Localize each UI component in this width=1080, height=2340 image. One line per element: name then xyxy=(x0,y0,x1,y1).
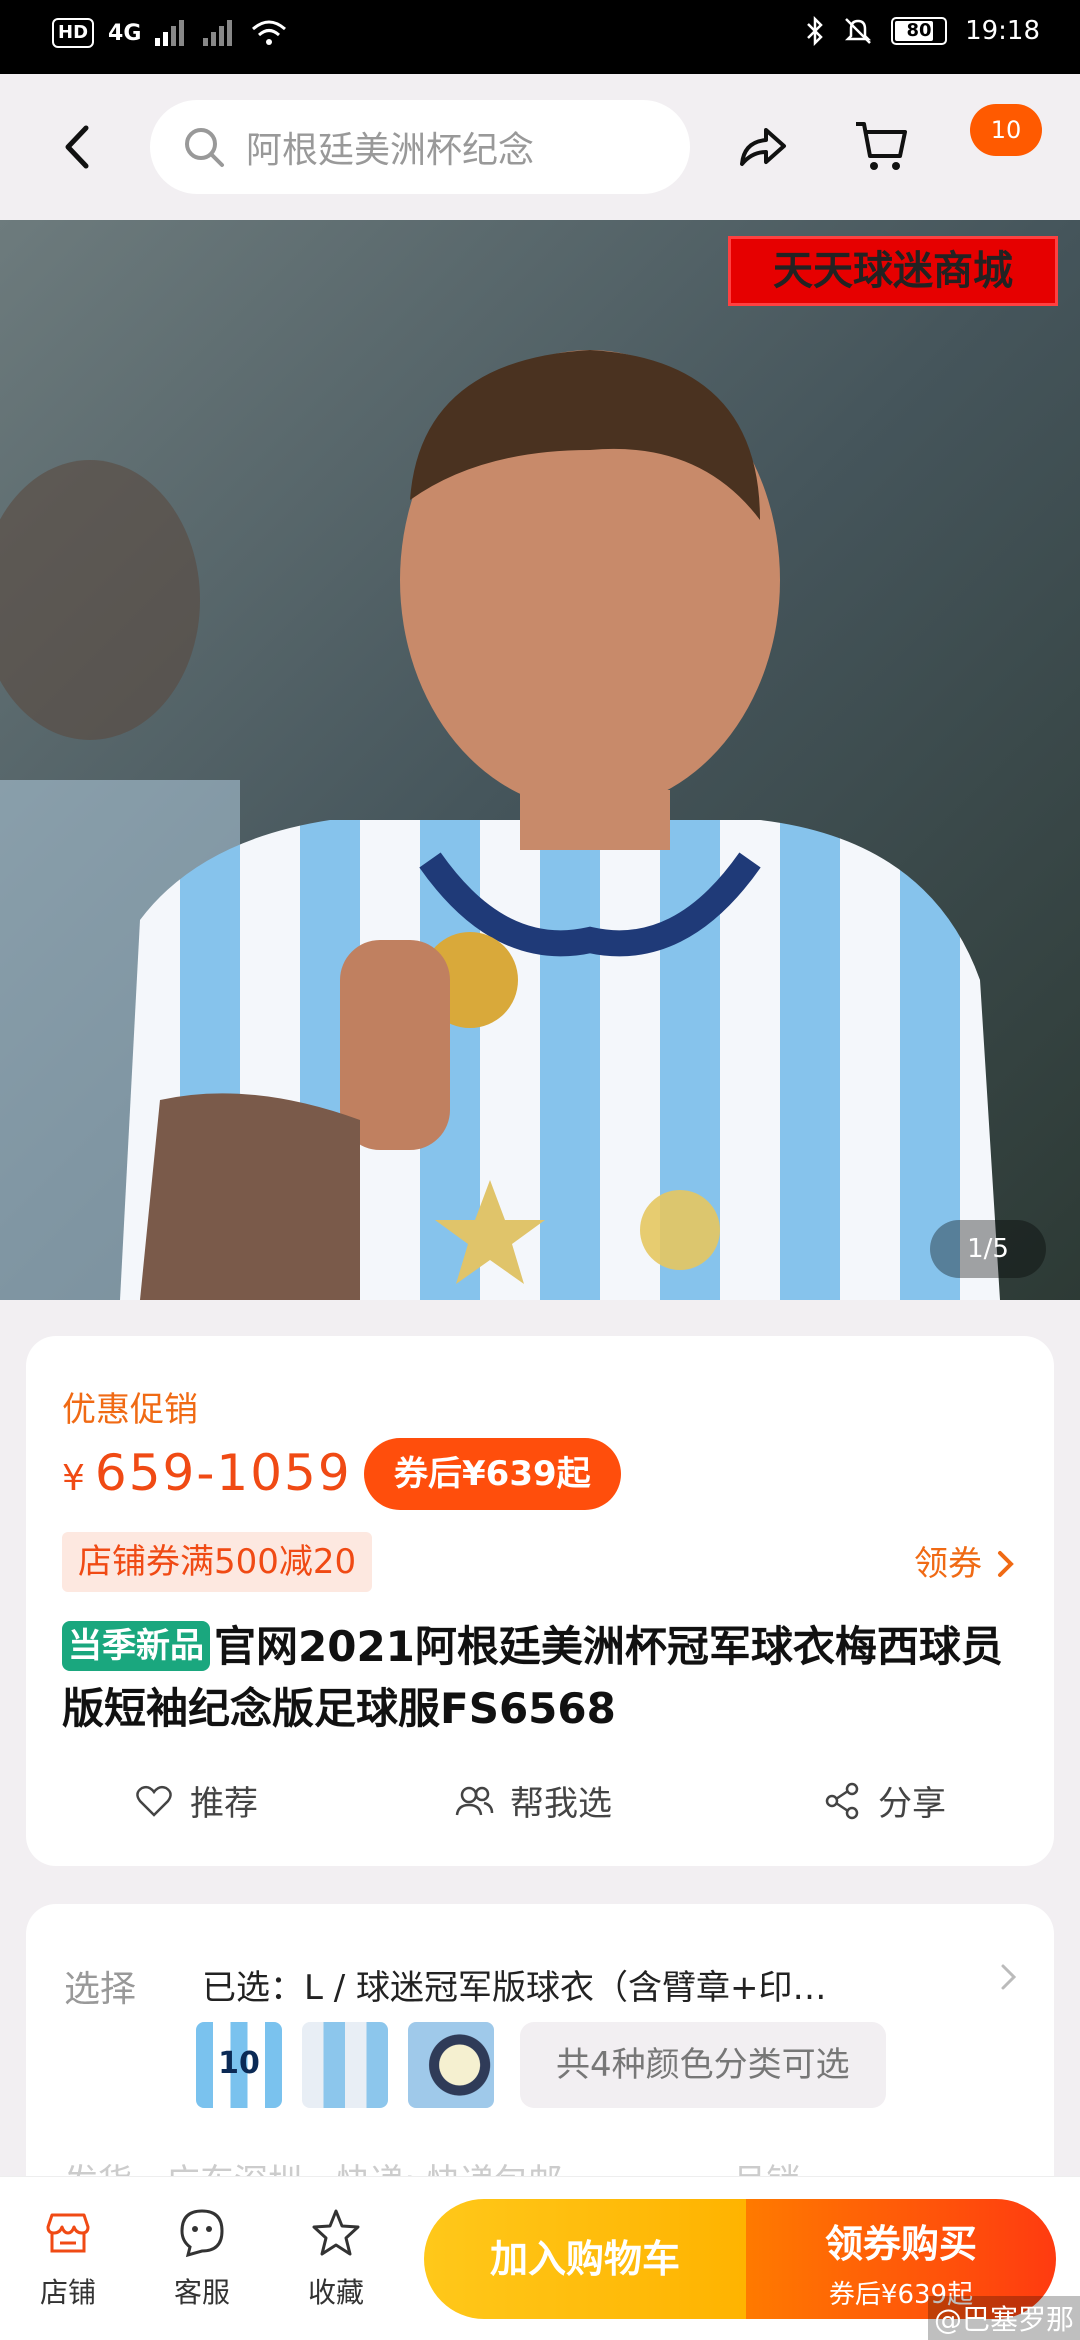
variant-thumbnail[interactable]: 10 xyxy=(196,2022,282,2108)
selected-variant: 已选：L / 球迷冠军版球衣（含臂章+印… xyxy=(202,1968,827,2008)
network-indicators: HD 4G xyxy=(52,18,287,48)
recommend-button[interactable]: 推荐 xyxy=(134,1776,258,1825)
cart-icon[interactable] xyxy=(852,116,910,174)
store-label: 店铺 xyxy=(39,2276,96,2309)
favorite-button[interactable]: 收藏 xyxy=(296,2207,376,2311)
variant-thumbnails: 10 共4种颜色分类可选 xyxy=(196,2022,886,2108)
cart-badge: 10 xyxy=(970,104,1042,156)
product-image-carousel[interactable]: 天天球迷商城 1/5 xyxy=(0,220,1080,1300)
favorite-label: 收藏 xyxy=(307,2276,364,2309)
hd-indicator: HD xyxy=(52,18,95,48)
corner-watermark: @巴塞罗那 xyxy=(927,2296,1080,2340)
buy-main-label: 领券购买 xyxy=(824,2222,977,2266)
product-title: 当季新品 官网2021阿根廷美洲杯冠军球衣梅西球员版短袖纪念版足球服FS6568 xyxy=(62,1616,1032,1740)
people-icon xyxy=(455,1786,494,1815)
image-counter: 1/5 xyxy=(930,1220,1046,1278)
share-icon[interactable] xyxy=(734,118,790,174)
signal-icon xyxy=(155,20,185,46)
currency-symbol: ¥ xyxy=(62,1458,87,1499)
status-bar: HD 4G 80 19:18 xyxy=(0,0,1080,74)
variant-thumbnail[interactable] xyxy=(408,2022,494,2108)
system-indicators: 80 19:18 xyxy=(805,16,1040,46)
network-type: 4G xyxy=(108,20,142,46)
wifi-icon xyxy=(252,20,287,45)
after-coupon-price-badge: 券后¥639起 xyxy=(364,1438,621,1510)
chevron-right-icon xyxy=(1001,1964,1017,1990)
mute-bell-icon xyxy=(845,18,872,44)
store-icon xyxy=(46,2213,90,2253)
battery-indicator: 80 xyxy=(891,17,948,45)
variant-thumbnail[interactable] xyxy=(302,2022,388,2108)
signal-2-icon xyxy=(203,20,233,46)
help-choose-label: 帮我选 xyxy=(510,1784,612,1824)
select-label: 选择 xyxy=(64,1969,137,2010)
store-watermark: 天天球迷商城 xyxy=(728,236,1058,306)
search-input[interactable]: 阿根廷美洲杯纪念 xyxy=(150,100,690,194)
search-text: 阿根廷美洲杯纪念 xyxy=(246,130,535,171)
new-season-tag: 当季新品 xyxy=(62,1621,210,1671)
get-coupon-button[interactable]: 领券 xyxy=(914,1536,1016,1592)
price-value: 659-1059 xyxy=(94,1444,352,1502)
product-info-card: 优惠促销 ¥659-1059 券后¥639起 店铺券满500减20 领券 当季新… xyxy=(26,1336,1054,1866)
add-to-cart-button[interactable]: 加入购物车 xyxy=(424,2199,746,2319)
get-coupon-label: 领券 xyxy=(914,1544,982,1584)
more-colors-button[interactable]: 共4种颜色分类可选 xyxy=(520,2022,886,2108)
bottom-action-bar: 店铺 客服 收藏 加入购物车 领券购买 券后¥639起 @巴塞罗那 xyxy=(0,2176,1080,2340)
top-nav: 阿根廷美洲杯纪念 10 xyxy=(0,74,1080,220)
share-button[interactable]: 分享 xyxy=(822,1776,946,1825)
chevron-right-icon xyxy=(998,1551,1014,1577)
chat-face-icon xyxy=(180,2209,224,2258)
bluetooth-icon xyxy=(807,16,823,46)
store-coupon-tag[interactable]: 店铺券满500减20 xyxy=(62,1532,373,1592)
promo-label: 优惠促销 xyxy=(62,1390,198,1430)
share-nodes-icon xyxy=(825,1782,859,1819)
price-range: ¥659-1059 xyxy=(62,1444,352,1502)
product-actions: 推荐 帮我选 分享 xyxy=(26,1776,1054,1846)
help-choose-button[interactable]: 帮我选 xyxy=(454,1776,612,1825)
store-button[interactable]: 店铺 xyxy=(28,2207,108,2311)
thumbnail-number: 10 xyxy=(218,2046,260,2081)
product-photo xyxy=(0,220,1080,1300)
heart-icon xyxy=(136,1785,172,1817)
battery-level: 80 xyxy=(906,20,932,41)
share-label: 分享 xyxy=(878,1784,946,1824)
recommend-label: 推荐 xyxy=(190,1784,258,1824)
back-icon[interactable] xyxy=(58,122,98,172)
search-icon xyxy=(185,128,224,167)
star-icon xyxy=(312,2209,360,2256)
customer-service-button[interactable]: 客服 xyxy=(162,2207,242,2311)
clock: 19:18 xyxy=(965,16,1040,46)
service-label: 客服 xyxy=(173,2276,230,2309)
